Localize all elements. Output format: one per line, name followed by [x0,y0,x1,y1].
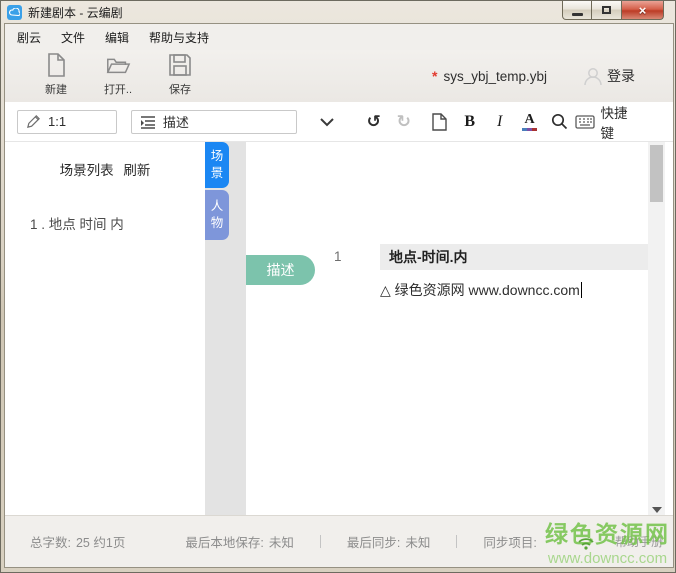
save-floppy-icon [167,52,193,78]
menu-item-file[interactable]: 文件 [61,29,85,46]
word-count: 总字数:25 约1页 [30,532,125,551]
expand-toolbar-button[interactable] [319,117,335,127]
search-button[interactable] [545,109,575,135]
new-document-icon [43,52,69,78]
close-icon: × [639,2,647,19]
save-script-button[interactable]: 保存 [149,52,211,97]
open-script-button[interactable]: 打开.. [87,52,149,97]
statusbar-divider [456,535,457,548]
undo-icon: ↺ [367,112,381,132]
keyboard-icon [575,115,595,129]
bold-icon: B [464,113,475,131]
statusbar: 总字数:25 约1页 最后本地保存:未知 最后同步:未知 同步项目: 帮助手册 [5,515,673,567]
script-editor[interactable]: 描述 1 地点-时间.内 △ 绿色资源网 www.downcc.com [246,142,648,517]
font-color-button[interactable]: A [515,109,545,135]
app-frame: 剧云 文件 编辑 帮助与支持 新建 打开.. 保存 * sys_ybj_t [4,23,674,568]
text-caret [581,282,582,298]
scene-list-header: 场景列表 刷新 [5,159,205,179]
search-icon [551,113,568,130]
script-body-text: △ 绿色资源网 www.downcc.com [380,282,580,298]
window-controls: × [562,1,664,20]
scene-heading[interactable]: 地点-时间.内 [380,244,648,270]
menubar: 剧云 文件 编辑 帮助与支持 [5,24,673,50]
zoom-level-control[interactable]: 1:1 [17,110,117,134]
scene-list-item[interactable]: 1 . 地点 时间 内 [30,213,124,233]
minimize-icon [572,13,583,16]
scene-heading-row: 1 地点-时间.内 [246,244,648,269]
scene-list-title: 场景列表 [60,163,114,178]
shortcut-keys-button[interactable]: 快捷键 [575,102,673,142]
undo-button[interactable]: ↺ [359,109,389,135]
help-manual-link[interactable]: 帮助手册 [615,533,663,550]
content-area: 场景列表 刷新 1 . 地点 时间 内 场景 人物 描述 1 地点-时间.内 △… [5,142,673,517]
block-type-value: 描述 [163,112,189,131]
tab-scenes[interactable]: 场景 [205,142,229,188]
scene-number: 1 [334,249,364,264]
maximize-button[interactable] [592,1,621,20]
new-page-button[interactable] [425,109,455,135]
italic-icon: I [497,113,502,131]
app-window: 新建剧本 - 云编剧 × 剧云 文件 编辑 帮助与支持 新建 打开.. [0,0,676,573]
font-color-icon: A [522,113,537,131]
zoom-level-value: 1:1 [48,114,66,129]
scrollbar-thumb[interactable] [650,145,663,202]
refresh-button[interactable]: 刷新 [123,163,150,178]
toolbar-right: * sys_ybj_temp.ybj 登录 [432,50,673,102]
open-script-label: 打开.. [104,81,132,97]
unsaved-indicator: * [432,68,437,84]
tab-characters[interactable]: 人物 [205,190,229,240]
italic-button[interactable]: I [485,109,515,135]
menu-item-help[interactable]: 帮助与支持 [149,29,209,46]
side-tabs: 场景 人物 [205,142,229,240]
filename-text: sys_ybj_temp.ybj [443,69,547,84]
list-indent-icon [140,115,156,129]
last-sync: 最后同步:未知 [347,532,431,551]
shortcut-keys-label: 快捷键 [601,102,641,142]
titlebar[interactable]: 新建剧本 - 云编剧 × [1,1,675,23]
chevron-down-icon [319,117,335,127]
main-toolbar: 新建 打开.. 保存 * sys_ybj_temp.ybj 登录 [5,50,673,102]
statusbar-divider [320,535,321,548]
last-local-save: 最后本地保存:未知 [185,532,294,551]
script-body-line[interactable]: △ 绿色资源网 www.downcc.com [380,280,582,300]
format-toolbar: 1:1 描述 ↺ ↻ B I A [5,102,673,142]
redo-button[interactable]: ↻ [389,109,419,135]
open-folder-icon [105,52,131,78]
redo-icon: ↻ [397,112,411,132]
app-logo-icon [7,5,22,20]
new-script-button[interactable]: 新建 [25,52,87,97]
filename-display: * sys_ybj_temp.ybj [432,68,547,84]
menu-item-juyun[interactable]: 剧云 [17,29,41,46]
maximize-icon [602,6,611,14]
save-script-label: 保存 [169,81,191,97]
close-button[interactable]: × [621,1,664,20]
bold-button[interactable]: B [455,109,485,135]
block-type-select[interactable]: 描述 [131,110,297,134]
minimize-button[interactable] [562,1,592,20]
sync-project: 同步项目: [483,532,536,551]
new-script-label: 新建 [45,81,67,97]
pencil-icon [26,114,41,129]
login-label: 登录 [607,66,635,86]
login-button[interactable]: 登录 [581,64,635,88]
menu-item-edit[interactable]: 编辑 [105,29,129,46]
scene-list-panel: 场景列表 刷新 1 . 地点 时间 内 [5,142,205,517]
user-avatar-icon [581,64,605,88]
vertical-scrollbar[interactable] [648,142,665,517]
blank-page-icon [432,113,447,131]
window-title: 新建剧本 - 云编剧 [28,4,123,21]
scroll-down-arrow[interactable] [652,507,662,513]
